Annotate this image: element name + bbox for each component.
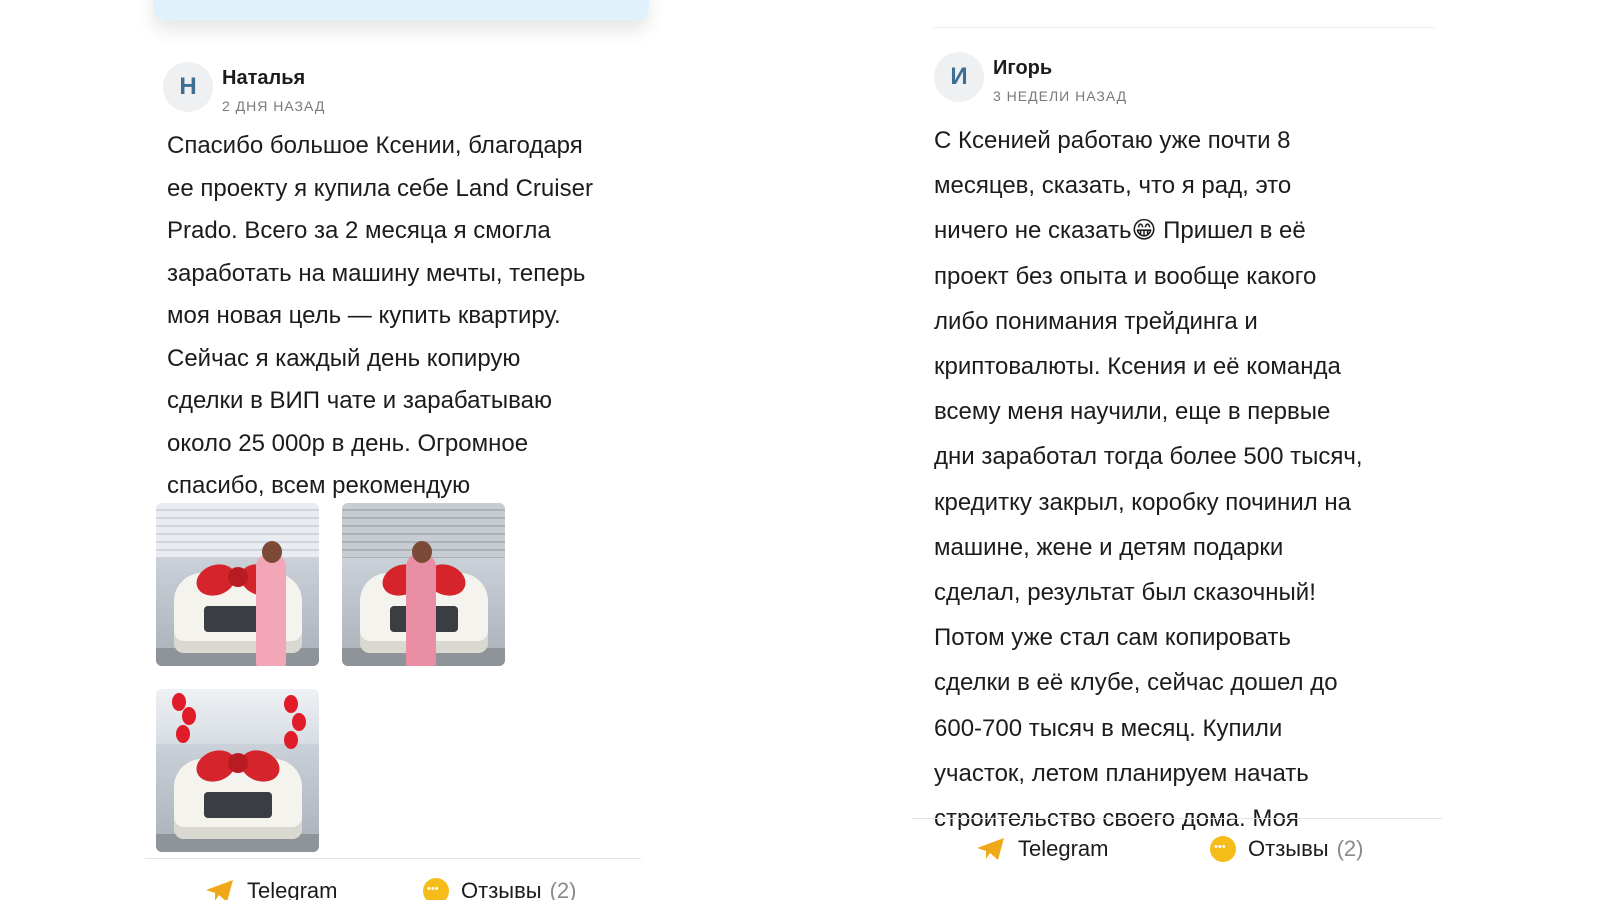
avatar: И (934, 52, 984, 102)
car-photo-3[interactable] (156, 689, 319, 852)
reviews-label: Отзывы (1248, 836, 1329, 861)
chat-icon (1210, 836, 1236, 862)
reviews-count: (2) (1336, 836, 1364, 861)
review-card-igor: И Игорь 3 недели назад С Ксенией работаю… (912, 0, 1477, 900)
divider (934, 27, 1434, 28)
review-card-natalia: Н Наталья 2 дня назад Спасибо большое Кс… (145, 0, 655, 900)
review-header: Н Наталья 2 дня назад (163, 62, 325, 114)
car-photo-1[interactable] (156, 503, 319, 666)
review-date: 2 дня назад (222, 98, 326, 114)
car-photo-2[interactable] (342, 503, 505, 666)
avatar: Н (163, 62, 213, 112)
previous-card (153, 0, 649, 20)
reviews-link[interactable]: Отзывы (2) (1210, 836, 1363, 862)
telegram-label: Telegram (1018, 836, 1109, 861)
author-name: Наталья (222, 67, 306, 89)
footer-telegram-partial[interactable]: Telegram (205, 878, 355, 900)
divider (912, 818, 1442, 819)
telegram-icon (206, 880, 233, 900)
review-header: И Игорь 3 недели назад (934, 52, 1127, 104)
telegram-link[interactable]: Telegram (976, 836, 1108, 862)
review-date: 3 недели назад (993, 88, 1128, 104)
author-name: Игорь (993, 57, 1053, 79)
divider (145, 858, 641, 859)
telegram-icon (977, 838, 1004, 860)
review-text: С Ксенией работаю уже почти 8 месяцев, с… (934, 127, 1363, 830)
review-text: Спасибо большое Ксении, благодаря ее про… (167, 132, 593, 499)
chat-icon (423, 878, 449, 900)
footer-reviews-partial[interactable]: Отзывы (2) (423, 878, 583, 900)
